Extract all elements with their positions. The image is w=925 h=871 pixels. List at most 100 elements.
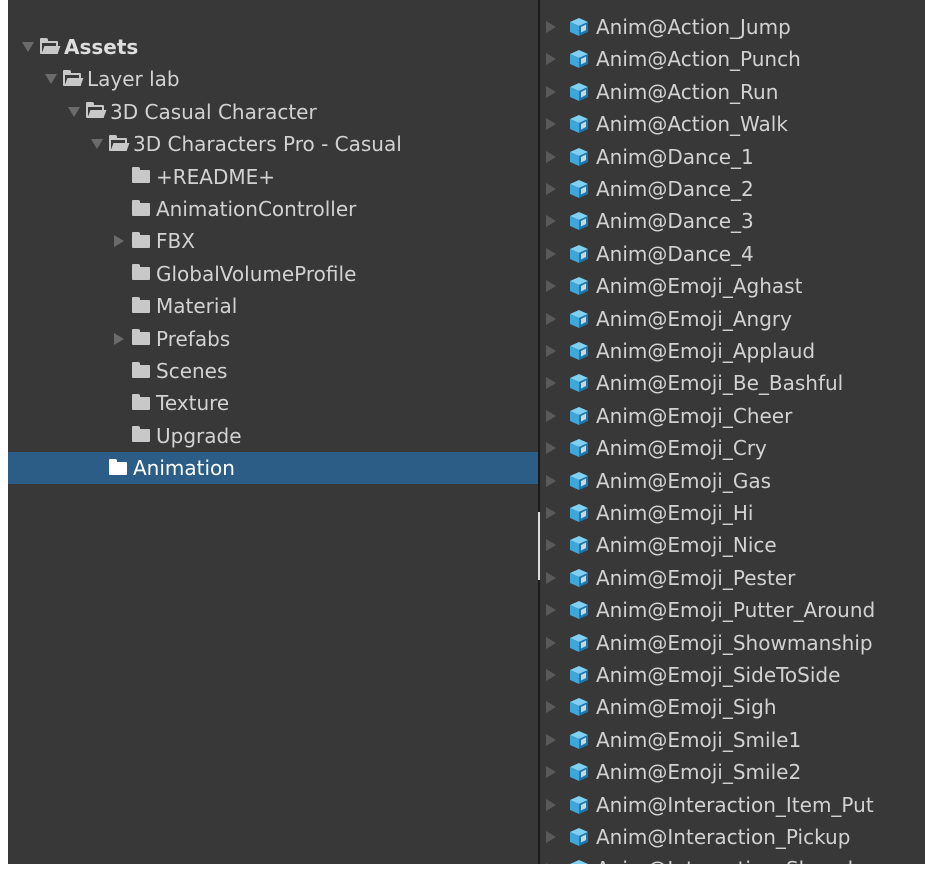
asset-item-anim-emoji-sidetoside[interactable]: Anim@Emoji_SideToSide [540,659,925,691]
model-prefab-cube-icon [568,567,590,589]
tree-item-label: GlobalVolumeProfile [156,261,357,286]
expand-arrow-icon[interactable] [546,442,556,455]
tree-item-globalvolumeprofile[interactable]: GlobalVolumeProfile [8,258,538,290]
model-prefab-cube-icon [568,761,590,783]
expand-arrow-icon[interactable] [68,106,80,117]
expand-arrow-icon[interactable] [546,247,556,260]
asset-item-label: Anim@Dance_4 [596,241,754,266]
expand-arrow-icon[interactable] [546,312,556,325]
expand-arrow-icon[interactable] [546,701,556,714]
asset-item-anim-interaction-pickup[interactable]: Anim@Interaction_Pickup [540,821,925,853]
asset-item-anim-emoji-cry[interactable]: Anim@Emoji_Cry [540,432,925,464]
collapse-arrow-icon[interactable] [114,332,124,345]
expand-arrow-icon[interactable] [546,798,556,811]
asset-item-anim-emoji-gas[interactable]: Anim@Emoji_Gas [540,465,925,497]
expand-arrow-icon[interactable] [546,669,556,681]
expand-arrow-icon[interactable] [45,74,57,85]
tree-item-material[interactable]: Material [8,290,538,322]
expand-arrow-icon[interactable] [91,139,103,150]
asset-item-anim-emoji-sigh[interactable]: Anim@Emoji_Sigh [540,691,925,723]
expand-arrow-icon[interactable] [546,377,556,390]
expand-arrow-icon[interactable] [546,215,556,228]
asset-item-anim-emoji-hi[interactable]: Anim@Emoji_Hi [540,497,925,529]
tree-item-texture[interactable]: Texture [8,387,538,419]
tree-item-scenes[interactable]: Scenes [8,355,538,387]
expand-arrow-icon[interactable] [546,85,556,98]
model-prefab-cube-icon [568,81,590,103]
model-prefab-cube-icon [568,405,590,427]
asset-item-anim-emoji-putter-around[interactable]: Anim@Emoji_Putter_Around [540,594,925,626]
model-prefab-cube-icon [568,372,590,394]
expand-arrow-icon[interactable] [546,863,556,864]
expand-arrow-icon[interactable] [546,345,556,357]
expand-arrow-icon[interactable] [546,831,556,843]
expand-arrow-icon[interactable] [546,539,556,552]
model-prefab-cube-icon [568,696,590,718]
expand-arrow-icon[interactable] [546,474,556,487]
tree-item-3d-casual-character[interactable]: 3D Casual Character [8,96,538,128]
tree-item-readme[interactable]: +README+ [8,161,538,193]
folder-icon [109,458,127,475]
asset-item-label: Anim@Emoji_Sigh [596,695,777,720]
folder-icon [132,264,150,281]
expand-arrow-icon[interactable] [546,280,556,293]
asset-item-anim-action-run[interactable]: Anim@Action_Run [540,76,925,108]
tree-item-upgrade[interactable]: Upgrade [8,420,538,452]
expand-arrow-icon[interactable] [546,150,556,163]
asset-item-label: Anim@Emoji_Showmanship [596,630,873,655]
expand-arrow-icon[interactable] [546,409,556,422]
model-prefab-cube-icon [568,437,590,459]
expand-arrow-icon[interactable] [546,604,556,617]
expand-arrow-icon[interactable] [546,733,556,746]
asset-item-anim-dance-4[interactable]: Anim@Dance_4 [540,238,925,270]
asset-item-anim-emoji-nice[interactable]: Anim@Emoji_Nice [540,529,925,561]
expand-arrow-icon[interactable] [546,507,556,519]
expand-arrow-icon[interactable] [546,118,556,131]
asset-item-anim-interaction-shovel[interactable]: Anim@Interaction_Shovel [540,853,925,864]
model-prefab-cube-icon [568,48,590,70]
asset-item-label: Anim@Interaction_Item_Put [596,792,874,817]
collapse-arrow-icon[interactable] [114,235,124,248]
asset-item-anim-interaction-item-put[interactable]: Anim@Interaction_Item_Put [540,789,925,821]
asset-item-anim-emoji-aghast[interactable]: Anim@Emoji_Aghast [540,270,925,302]
tree-item-3d-characters-pro-casual[interactable]: 3D Characters Pro - Casual [8,128,538,160]
asset-item-anim-emoji-applaud[interactable]: Anim@Emoji_Applaud [540,335,925,367]
model-prefab-cube-icon [568,243,590,265]
expand-arrow-icon[interactable] [546,571,556,584]
folder-open-icon [86,102,107,119]
tree-item-animationcontroller[interactable]: AnimationController [8,193,538,225]
expand-arrow-icon[interactable] [546,183,556,195]
expand-arrow-icon[interactable] [546,766,556,779]
asset-item-anim-action-punch[interactable]: Anim@Action_Punch [540,43,925,75]
asset-item-anim-emoji-showmanship[interactable]: Anim@Emoji_Showmanship [540,627,925,659]
asset-item-anim-emoji-pester[interactable]: Anim@Emoji_Pester [540,562,925,594]
expand-arrow-icon[interactable] [22,42,34,52]
folder-open-icon [63,69,84,86]
tree-item-assets[interactable]: Assets [8,31,538,63]
tree-item-animation[interactable]: Animation [8,452,538,485]
asset-item-anim-dance-2[interactable]: Anim@Dance_2 [540,173,925,205]
asset-item-anim-emoji-smile1[interactable]: Anim@Emoji_Smile1 [540,724,925,756]
asset-item-label: Anim@Emoji_Smile1 [596,727,802,752]
asset-item-anim-action-walk[interactable]: Anim@Action_Walk [540,108,925,140]
asset-item-anim-action-jump[interactable]: Anim@Action_Jump [540,11,925,43]
expand-arrow-icon[interactable] [546,53,556,66]
asset-item-anim-emoji-cheer[interactable]: Anim@Emoji_Cheer [540,400,925,432]
asset-item-label: Anim@Emoji_Putter_Around [596,598,876,623]
tree-item-label: Scenes [156,359,228,383]
expand-arrow-icon[interactable] [546,636,556,649]
asset-item-anim-emoji-smile2[interactable]: Anim@Emoji_Smile2 [540,756,925,788]
asset-item-anim-emoji-be-bashful[interactable]: Anim@Emoji_Be_Bashful [540,367,925,399]
asset-item-anim-dance-3[interactable]: Anim@Dance_3 [540,205,925,237]
asset-item-anim-emoji-angry[interactable]: Anim@Emoji_Angry [540,303,925,335]
expand-arrow-icon[interactable] [546,21,556,33]
asset-item-label: Anim@Emoji_SideToSide [596,663,841,687]
asset-item-label: Anim@Emoji_Cheer [596,403,793,428]
tree-item-layer-lab[interactable]: Layer lab [8,63,538,95]
tree-item-prefabs[interactable]: Prefabs [8,323,538,355]
asset-item-anim-dance-1[interactable]: Anim@Dance_1 [540,141,925,173]
tree-item-fbx[interactable]: FBX [8,225,538,257]
asset-item-label: Anim@Emoji_Cry [596,436,767,461]
model-prefab-cube-icon [568,502,590,524]
folder-icon [132,393,150,410]
